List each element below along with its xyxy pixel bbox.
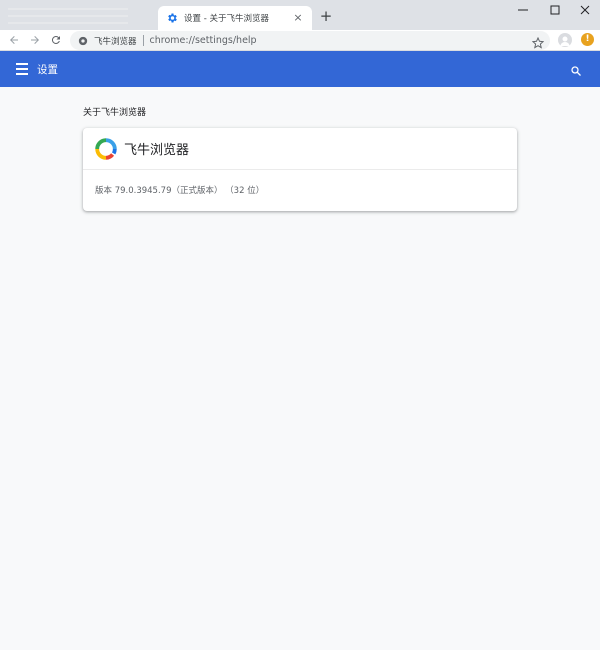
version-text: 版本 79.0.3945.79（正式版本） （32 位）	[95, 186, 265, 196]
settings-header: 设置	[0, 51, 600, 87]
product-name: 飞牛浏览器	[124, 143, 190, 158]
minimize-icon	[518, 9, 528, 11]
site-info-icon	[78, 36, 88, 45]
tab-strip: 设置 - 关于飞牛浏览器 × +	[0, 0, 600, 30]
browser-logo-icon	[95, 137, 117, 160]
search-icon[interactable]	[570, 62, 584, 76]
tab-close-icon[interactable]: ×	[292, 12, 304, 24]
arrow-right-icon	[31, 36, 39, 44]
address-url[interactable]: chrome://settings/help	[150, 35, 257, 46]
forward-button[interactable]	[27, 32, 43, 48]
settings-gear-icon	[166, 12, 178, 24]
profile-avatar-icon[interactable]	[558, 33, 572, 47]
arrow-left-icon	[10, 36, 18, 44]
browser-toolbar: 飞牛浏览器 chrome://settings/help !	[0, 30, 600, 51]
menu-hamburger-icon[interactable]	[16, 63, 28, 75]
about-section-title: 关于飞牛浏览器	[83, 108, 147, 118]
address-bar[interactable]: 飞牛浏览器 chrome://settings/help	[70, 31, 550, 50]
maximize-icon	[550, 5, 560, 15]
close-window-icon	[580, 5, 590, 15]
address-chip-label: 飞牛浏览器	[94, 36, 137, 47]
new-tab-button[interactable]: +	[318, 8, 334, 24]
active-tab[interactable]: 设置 - 关于飞牛浏览器 ×	[158, 6, 312, 30]
tab-title: 设置 - 关于飞牛浏览器	[184, 14, 269, 24]
page-title: 设置	[37, 64, 58, 76]
reload-icon	[51, 36, 60, 45]
close-window-button[interactable]	[570, 0, 600, 20]
maximize-button[interactable]	[540, 0, 570, 20]
about-card: 飞牛浏览器 版本 79.0.3945.79（正式版本） （32 位）	[83, 128, 517, 211]
update-alert-icon[interactable]: !	[581, 33, 594, 46]
background-tab-placeholder[interactable]	[8, 8, 148, 26]
minimize-button[interactable]	[508, 0, 538, 20]
reload-button[interactable]	[48, 32, 64, 48]
address-separator	[142, 35, 144, 46]
product-row: 飞牛浏览器	[83, 128, 517, 170]
back-button[interactable]	[6, 32, 22, 48]
